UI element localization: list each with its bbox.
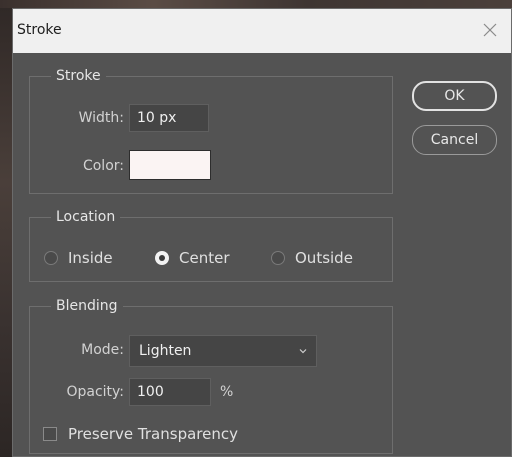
location-group-legend: Location [51, 208, 121, 226]
dialog-titlebar: Stroke [13, 9, 511, 53]
radio-inside-label[interactable]: Inside [68, 249, 113, 267]
width-label: Width: [78, 110, 124, 126]
close-icon[interactable] [481, 21, 499, 39]
opacity-input[interactable]: 100 [129, 378, 211, 406]
mode-select[interactable]: Lighten [129, 335, 317, 367]
radio-inside[interactable] [44, 251, 58, 265]
cancel-button[interactable]: Cancel [412, 125, 497, 155]
radio-outside-label[interactable]: Outside [295, 249, 353, 267]
background-canvas-top [0, 0, 512, 8]
stroke-group: Stroke Width: 10 px Color: [29, 67, 393, 194]
color-label: Color: [82, 158, 124, 174]
color-swatch[interactable] [129, 150, 211, 180]
background-canvas-strip [0, 0, 12, 457]
blending-group: Blending Mode: Lighten Opacity: 100 % Pr… [29, 297, 393, 454]
location-group: Location Inside Center Outside [29, 208, 393, 282]
radio-center[interactable] [155, 251, 169, 265]
opacity-label: Opacity: [66, 384, 124, 400]
dialog-title: Stroke [17, 22, 62, 38]
chevron-down-icon [299, 349, 307, 354]
preserve-transparency-label[interactable]: Preserve Transparency [68, 425, 238, 443]
mode-select-value: Lighten [139, 343, 192, 359]
opacity-unit: % [220, 384, 234, 400]
preserve-transparency-checkbox[interactable] [43, 427, 57, 441]
mode-label: Mode: [81, 342, 124, 358]
ok-button[interactable]: OK [412, 81, 497, 111]
stroke-group-legend: Stroke [51, 67, 106, 85]
width-input[interactable]: 10 px [129, 104, 209, 132]
radio-center-label[interactable]: Center [179, 249, 230, 267]
blending-group-legend: Blending [51, 297, 123, 315]
stroke-dialog: Stroke Stroke Width: 10 px Color: Locati… [12, 8, 512, 457]
radio-outside[interactable] [271, 251, 285, 265]
